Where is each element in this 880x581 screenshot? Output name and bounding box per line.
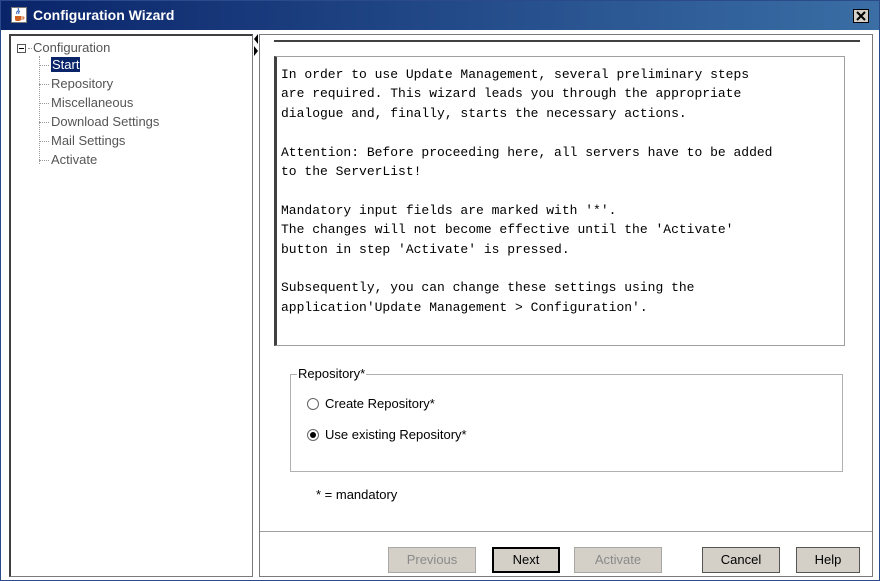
window-title: Configuration Wizard <box>33 7 175 23</box>
use-existing-repository-option[interactable]: Use existing Repository* <box>307 426 467 444</box>
next-button[interactable]: Next <box>492 547 560 573</box>
configuration-wizard-window: Configuration Wizard Configuration Start… <box>0 0 880 581</box>
create-repository-radio[interactable] <box>307 398 319 410</box>
tree-item-label: Miscellaneous <box>51 95 134 110</box>
tree-root-label: Configuration <box>33 40 111 55</box>
repository-group-legend: Repository* <box>297 366 367 381</box>
use-existing-repository-label: Use existing Repository* <box>325 427 467 442</box>
intro-text-area[interactable]: In order to use Update Management, sever… <box>274 56 845 346</box>
step-tree[interactable]: Configuration Start Repository Miscellan… <box>9 34 253 577</box>
tree-item-label: Repository <box>51 76 114 91</box>
mandatory-note: * = mandatory <box>316 487 398 502</box>
close-icon <box>856 11 866 21</box>
tree-root-configuration[interactable]: Configuration <box>17 40 110 56</box>
create-repository-option[interactable]: Create Repository* <box>307 395 435 413</box>
title-bar[interactable]: Configuration Wizard <box>1 1 879 30</box>
close-button[interactable] <box>853 9 869 23</box>
tree-item-label: Mail Settings <box>51 133 126 148</box>
activate-button[interactable]: Activate <box>574 547 662 573</box>
tree-item-mail-settings[interactable]: Mail Settings <box>39 132 125 150</box>
collapse-left-icon[interactable] <box>254 34 258 44</box>
previous-button[interactable]: Previous <box>388 547 476 573</box>
expand-right-icon[interactable] <box>254 46 258 56</box>
help-button[interactable]: Help <box>796 547 860 573</box>
tree-item-download-settings[interactable]: Download Settings <box>39 113 159 131</box>
wizard-body: Configuration Start Repository Miscellan… <box>1 30 879 580</box>
java-cup-icon <box>11 7 27 23</box>
create-repository-label: Create Repository* <box>325 396 435 411</box>
use-existing-repository-radio[interactable] <box>307 429 319 441</box>
tree-item-label: Activate <box>51 152 98 167</box>
button-bar-divider <box>260 531 872 535</box>
collapse-icon[interactable] <box>17 44 26 53</box>
tree-item-activate[interactable]: Activate <box>39 151 97 169</box>
intro-panel: In order to use Update Management, sever… <box>274 40 860 346</box>
tree-item-label: Start <box>51 57 81 72</box>
step-content-panel: In order to use Update Management, sever… <box>259 34 873 577</box>
tree-item-start[interactable]: Start <box>39 56 81 74</box>
tree-item-repository[interactable]: Repository <box>39 75 113 93</box>
cancel-button[interactable]: Cancel <box>702 547 780 573</box>
tree-item-miscellaneous[interactable]: Miscellaneous <box>39 94 133 112</box>
tree-item-label: Download Settings <box>51 114 160 129</box>
repository-group: Repository* Create Repository* Use exist… <box>290 367 843 472</box>
